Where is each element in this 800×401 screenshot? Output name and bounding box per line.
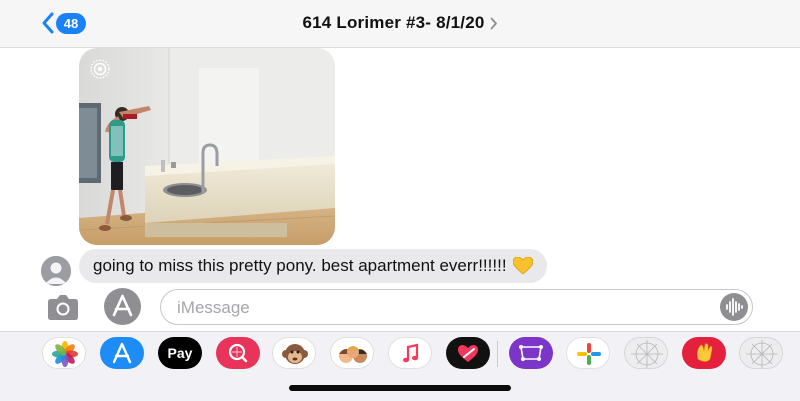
apple-pay-app-icon[interactable]: Pay bbox=[158, 337, 202, 369]
app-drawer: Pay bbox=[0, 331, 800, 401]
multicolor-app-icon[interactable] bbox=[566, 337, 610, 369]
photos-app-icon[interactable] bbox=[42, 337, 86, 369]
message-bubble[interactable]: going to miss this pretty pony. best apa… bbox=[79, 249, 547, 283]
sender-avatar[interactable] bbox=[41, 256, 71, 286]
memoji-stickers-app-icon[interactable] bbox=[330, 337, 374, 369]
message-text: going to miss this pretty pony. best apa… bbox=[93, 256, 507, 275]
clap-app-icon[interactable] bbox=[682, 337, 726, 369]
placeholder-app-icon[interactable] bbox=[624, 337, 668, 369]
conversation-title-button[interactable]: 614 Lorimer #3- 8/1/20 bbox=[302, 13, 497, 33]
placeholder-app-icon-2[interactable] bbox=[739, 337, 783, 369]
chevron-right-icon bbox=[490, 17, 497, 29]
app-store-app-icon[interactable] bbox=[100, 337, 144, 369]
drawer-divider bbox=[497, 341, 498, 367]
app-store-icon bbox=[112, 294, 133, 317]
photo-editor-app-icon[interactable] bbox=[509, 337, 553, 369]
camera-icon[interactable] bbox=[46, 292, 80, 322]
imessage-input-container bbox=[160, 289, 753, 326]
music-app-icon[interactable] bbox=[388, 337, 432, 369]
animoji-app-icon[interactable] bbox=[272, 337, 316, 369]
conversation-title: 614 Lorimer #3- 8/1/20 bbox=[302, 13, 485, 32]
kitchen-photo bbox=[79, 48, 335, 245]
yellow-heart-icon bbox=[512, 257, 533, 275]
live-photo-icon bbox=[90, 59, 110, 79]
apple-pay-label: Pay bbox=[167, 345, 193, 361]
photo-attachment[interactable] bbox=[79, 48, 335, 245]
waveform-icon bbox=[726, 298, 743, 316]
digital-touch-app-icon[interactable] bbox=[446, 337, 490, 369]
message-input[interactable] bbox=[175, 290, 719, 326]
search-images-app-icon[interactable] bbox=[216, 337, 260, 369]
home-indicator[interactable] bbox=[289, 385, 511, 391]
navigation-bar: 48 614 Lorimer #3- 8/1/20 bbox=[0, 0, 800, 48]
audio-message-button[interactable] bbox=[720, 293, 748, 321]
person-icon bbox=[41, 256, 71, 286]
app-store-button[interactable] bbox=[104, 288, 141, 325]
